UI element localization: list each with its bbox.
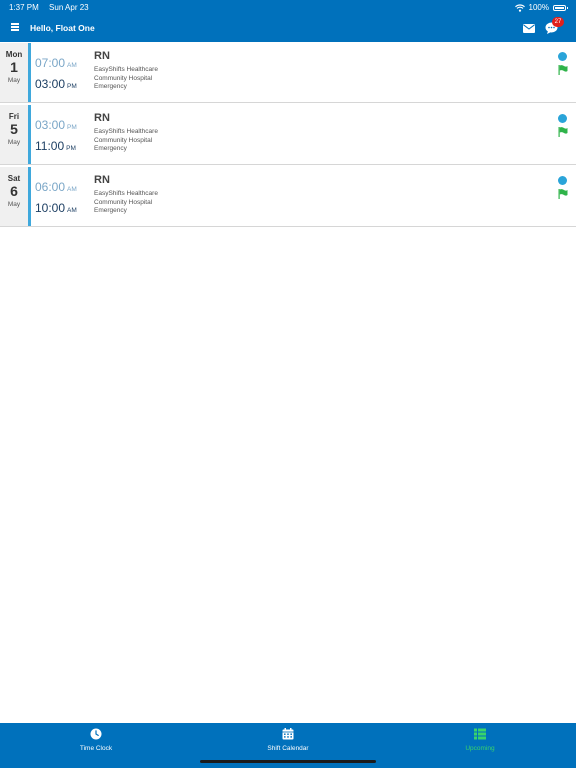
shift-start-time: 03:00 PM <box>35 118 77 132</box>
shift-date: Sat 6 May <box>0 167 28 226</box>
battery-icon <box>553 4 568 11</box>
status-date: Sun Apr 23 <box>49 3 89 12</box>
status-dot-icon <box>558 114 567 123</box>
shift-facility: Community Hospital <box>94 136 153 144</box>
shift-end-time: 11:00 PM <box>35 139 76 153</box>
shift-month: May <box>7 77 21 84</box>
clock-icon <box>90 728 102 740</box>
shift-organization: EasyShifts Healthcare <box>94 66 158 73</box>
shift-date: Mon 1 May <box>0 43 28 102</box>
flag-icon <box>558 189 568 199</box>
wifi-icon <box>514 3 525 12</box>
shift-end-time: 03:00 PM <box>35 77 77 91</box>
tab-upcoming[interactable]: Upcoming <box>384 723 576 768</box>
shift-start-time: 06:00 AM <box>35 180 77 194</box>
hamburger-menu-icon[interactable] <box>11 23 19 31</box>
shift-role: RN <box>94 112 110 124</box>
shift-facility: Community Hospital <box>94 74 153 82</box>
shift-accent-bar <box>28 43 31 102</box>
status-dot-icon <box>558 52 567 61</box>
shift-department: Emergency <box>94 145 127 152</box>
status-time: 1:37 PM <box>9 3 39 12</box>
list-icon <box>474 728 486 740</box>
shift-role: RN <box>94 50 110 62</box>
greeting-title: Hello, Float One <box>30 23 95 33</box>
shift-card[interactable]: Mon 1 May 07:00 AM 03:00 PM RN EasyShifts … <box>0 43 576 103</box>
mail-icon[interactable] <box>523 24 535 33</box>
battery-percent: 100% <box>528 3 549 12</box>
tab-label: Shift Calendar <box>267 745 309 752</box>
flag-icon <box>558 127 568 137</box>
shift-date: Fri 5 May <box>0 105 28 164</box>
shift-day-of-week: Fri <box>8 112 20 121</box>
app-header: Hello, Float One 27 <box>0 14 576 42</box>
calendar-icon <box>282 728 294 740</box>
shift-month: May <box>7 201 21 208</box>
shift-card[interactable]: Fri 5 May 03:00 PM 11:00 PM RN EasyShifts … <box>0 105 576 165</box>
shift-accent-bar <box>28 167 31 226</box>
upcoming-shift-list: Mon 1 May 07:00 AM 03:00 PM RN EasyShifts … <box>0 43 576 227</box>
shift-day-of-week: Sat <box>7 174 21 183</box>
shift-card[interactable]: Sat 6 May 06:00 AM 10:00 AM RN EasyShifts … <box>0 167 576 227</box>
shift-start-time: 07:00 AM <box>35 56 77 70</box>
tab-time-clock[interactable]: Time Clock <box>0 723 192 768</box>
shift-facility: Community Hospital <box>94 198 153 206</box>
shift-day-number: 5 <box>10 121 18 137</box>
shift-day-of-week: Mon <box>5 50 23 59</box>
shift-accent-bar <box>28 105 31 164</box>
shift-month: May <box>7 139 21 146</box>
shift-organization: EasyShifts Healthcare <box>94 128 158 135</box>
shift-department: Emergency <box>94 83 127 90</box>
notification-badge: 27 <box>552 17 564 27</box>
status-bar: 1:37 PM Sun Apr 23 100% <box>0 0 576 14</box>
tab-label: Upcoming <box>465 745 495 752</box>
shift-role: RN <box>94 174 110 186</box>
tab-label: Time Clock <box>79 745 113 752</box>
flag-icon <box>558 65 568 75</box>
shift-department: Emergency <box>94 207 127 214</box>
shift-day-number: 1 <box>10 59 18 75</box>
shift-day-number: 6 <box>10 183 18 199</box>
home-indicator[interactable] <box>200 760 376 763</box>
shift-end-time: 10:00 AM <box>35 201 77 215</box>
shift-organization: EasyShifts Healthcare <box>94 190 158 197</box>
status-dot-icon <box>558 176 567 185</box>
